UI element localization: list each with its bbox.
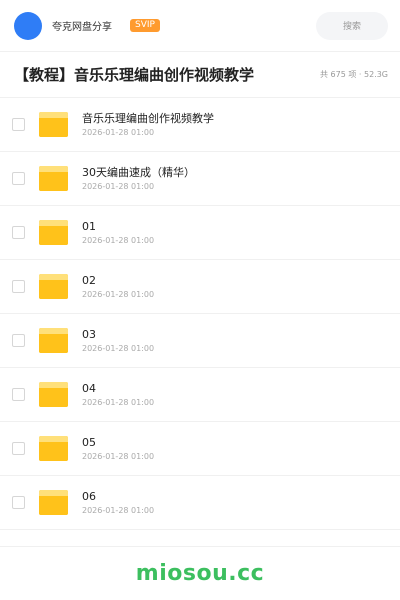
select-checkbox[interactable] bbox=[12, 442, 25, 455]
folder-icon bbox=[39, 220, 68, 245]
top-bar: 夸克网盘分享 SVIP 搜索 bbox=[0, 0, 400, 52]
page-title: 【教程】音乐乐理编曲创作视频教学 bbox=[14, 66, 255, 84]
file-name[interactable]: 05 bbox=[82, 436, 154, 450]
file-row[interactable]: 音乐乐理编曲创作视频教学 2026-01-28 01:00 bbox=[0, 98, 400, 152]
file-list: 音乐乐理编曲创作视频教学 2026-01-28 01:00 30天编曲速成（精华） 2… bbox=[0, 98, 400, 530]
avatar[interactable] bbox=[14, 11, 42, 40]
file-name[interactable]: 02 bbox=[82, 274, 154, 288]
file-name[interactable]: 06 bbox=[82, 490, 154, 504]
watermark: miosou.cc bbox=[135, 561, 265, 586]
svip-badge: SVIP bbox=[130, 19, 160, 32]
footer: miosou.cc bbox=[0, 546, 400, 600]
select-checkbox[interactable] bbox=[12, 334, 25, 347]
file-name[interactable]: 01 bbox=[82, 220, 154, 234]
folder-icon bbox=[39, 436, 68, 461]
folder-icon bbox=[39, 328, 68, 353]
file-row[interactable]: 02 2026-01-28 01:00 bbox=[0, 260, 400, 314]
file-meta: 01 2026-01-28 01:00 bbox=[82, 220, 154, 246]
file-row[interactable]: 01 2026-01-28 01:00 bbox=[0, 206, 400, 260]
file-meta: 音乐乐理编曲创作视频教学 2026-01-28 01:00 bbox=[82, 112, 214, 138]
file-meta: 06 2026-01-28 01:00 bbox=[82, 490, 154, 516]
file-meta: 03 2026-01-28 01:00 bbox=[82, 328, 154, 354]
file-name[interactable]: 03 bbox=[82, 328, 154, 342]
file-name[interactable]: 30天编曲速成（精华） bbox=[82, 166, 195, 180]
file-date: 2026-01-28 01:00 bbox=[82, 127, 155, 137]
file-name[interactable]: 04 bbox=[82, 382, 154, 396]
file-date: 2026-01-28 01:00 bbox=[82, 235, 155, 245]
share-header: 【教程】音乐乐理编曲创作视频教学 共 675 项 · 52.3G bbox=[0, 52, 400, 98]
file-row[interactable]: 05 2026-01-28 01:00 bbox=[0, 422, 400, 476]
folder-icon bbox=[39, 112, 68, 137]
select-checkbox[interactable] bbox=[12, 388, 25, 401]
folder-icon bbox=[39, 274, 68, 299]
file-row[interactable]: 30天编曲速成（精华） 2026-01-28 01:00 bbox=[0, 152, 400, 206]
username: 夸克网盘分享 bbox=[52, 22, 112, 33]
file-summary: 共 675 项 · 52.3G bbox=[320, 70, 388, 79]
search-input[interactable]: 搜索 bbox=[316, 11, 388, 40]
folder-icon bbox=[39, 490, 68, 515]
file-row[interactable]: 06 2026-01-28 01:00 bbox=[0, 476, 400, 530]
file-meta: 30天编曲速成（精华） 2026-01-28 01:00 bbox=[82, 166, 195, 192]
select-checkbox[interactable] bbox=[12, 118, 25, 131]
select-checkbox[interactable] bbox=[12, 172, 25, 185]
file-meta: 04 2026-01-28 01:00 bbox=[82, 382, 154, 408]
file-meta: 02 2026-01-28 01:00 bbox=[82, 274, 154, 300]
file-date: 2026-01-28 01:00 bbox=[82, 451, 155, 461]
file-meta: 05 2026-01-28 01:00 bbox=[82, 436, 154, 462]
file-date: 2026-01-28 01:00 bbox=[82, 181, 155, 191]
file-row[interactable]: 03 2026-01-28 01:00 bbox=[0, 314, 400, 368]
select-checkbox[interactable] bbox=[12, 226, 25, 239]
file-date: 2026-01-28 01:00 bbox=[82, 505, 155, 515]
folder-icon bbox=[39, 382, 68, 407]
folder-icon bbox=[39, 166, 68, 191]
file-date: 2026-01-28 01:00 bbox=[82, 289, 155, 299]
select-checkbox[interactable] bbox=[12, 496, 25, 509]
file-date: 2026-01-28 01:00 bbox=[82, 343, 155, 353]
select-checkbox[interactable] bbox=[12, 280, 25, 293]
file-row[interactable]: 04 2026-01-28 01:00 bbox=[0, 368, 400, 422]
file-name[interactable]: 音乐乐理编曲创作视频教学 bbox=[82, 112, 214, 126]
file-date: 2026-01-28 01:00 bbox=[82, 397, 155, 407]
